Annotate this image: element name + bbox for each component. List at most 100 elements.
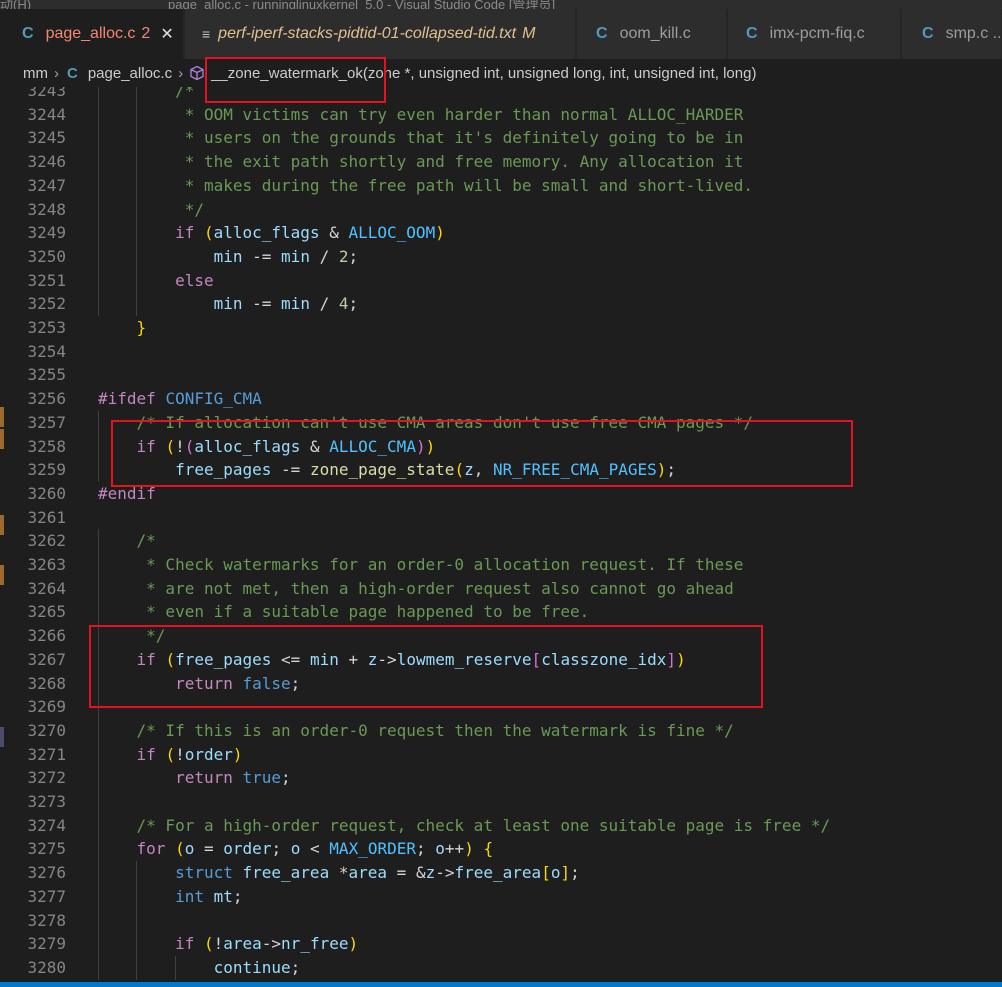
line-number: 3272 [27, 768, 66, 788]
code-text: continue; [213, 957, 301, 977]
code-line[interactable]: 3276 struct free_area *area = &z->free_a… [0, 861, 1002, 885]
text-file-icon: ≡ [202, 26, 211, 42]
tab-perf-iperf[interactable]: ≡ perf-iperf-stacks-pidtid-01-collapsed-… [185, 9, 576, 59]
line-number: 3276 [27, 863, 66, 883]
c-file-icon: C [922, 25, 934, 42]
line-number: 3260 [27, 483, 66, 503]
line-number: 3264 [27, 578, 66, 598]
code-line[interactable]: 3245 * users on the grounds that it's de… [0, 126, 1002, 150]
code-line[interactable]: 3248 */ [0, 198, 1002, 222]
breadcrumb-folder[interactable]: mm [23, 65, 48, 82]
code-line[interactable]: 3253 } [0, 316, 1002, 340]
tab-label: page_alloc.c [45, 25, 136, 42]
code-line[interactable]: 3280 continue; [0, 956, 1002, 980]
code-line[interactable]: 3264 * are not met, then a high-order re… [0, 577, 1002, 601]
tab-smp[interactable]: C smp.c ... [902, 9, 1002, 59]
code-text: else [175, 270, 214, 290]
close-icon[interactable]: ✕ [160, 24, 173, 44]
line-number: 3254 [27, 341, 66, 361]
line-number: 3256 [27, 389, 66, 409]
line-number: 3244 [27, 104, 66, 124]
code-line[interactable]: 3247 * makes during the free path will b… [0, 174, 1002, 198]
code-text: * users on the grounds that it's definit… [98, 128, 744, 148]
code-line[interactable]: 3277 int mt; [0, 885, 1002, 909]
code-text: if (!order) [136, 744, 243, 764]
line-number: 3268 [27, 673, 66, 693]
line-number: 3273 [27, 792, 66, 811]
menu-fragment[interactable]: 动(H) [0, 0, 31, 9]
code-text: * the exit path shortly and free memory.… [98, 152, 744, 172]
line-number: 3263 [27, 555, 66, 574]
gutter-marker [0, 565, 4, 585]
tab-oom-kill[interactable]: C oom_kill.c [577, 9, 727, 59]
line-number: 3280 [27, 957, 66, 977]
code-line[interactable]: 3255 [0, 363, 1002, 387]
c-file-icon: C [746, 25, 758, 42]
code-text: */ [98, 199, 204, 219]
tab-page-alloc[interactable]: C page_alloc.c 2 ✕ [0, 9, 184, 59]
tab-imx-pcm-fiq[interactable]: C imx-pcm-fiq.c [728, 9, 901, 59]
tab-label: imx-pcm-fiq.c [769, 25, 865, 42]
tab-label: perf-iperf-stacks-pidtid-01-collapsed-ti… [218, 25, 517, 42]
line-number: 3248 [27, 199, 66, 219]
code-line[interactable]: 3278 [0, 909, 1002, 933]
code-line[interactable]: 3256 #ifdef CONFIG_CMA [0, 387, 1002, 411]
code-line[interactable]: 3243 /* [0, 87, 1002, 103]
gutter-marker [0, 515, 4, 535]
code-text: struct free_area *area = &z->free_area[o… [175, 863, 580, 883]
code-line[interactable]: 3251 else [0, 269, 1002, 293]
modified-badge: M [522, 25, 536, 42]
code-line[interactable]: 3270 /* If this is an order-0 request th… [0, 719, 1002, 743]
code-line[interactable]: 3265 * even if a suitable page happened … [0, 600, 1002, 624]
line-number: 3271 [27, 744, 66, 764]
code-line[interactable]: 3273 [0, 790, 1002, 814]
breadcrumb-signature: (zone *, unsigned int, unsigned long, in… [362, 64, 757, 82]
line-number: 3265 [27, 602, 66, 622]
line-number: 3277 [27, 886, 66, 906]
code-text: /* [98, 531, 156, 551]
code-text: if (alloc_flags & ALLOC_OOM) [175, 223, 445, 243]
code-line[interactable]: 3263 * Check watermarks for an order-0 a… [0, 553, 1002, 577]
line-number: 3275 [27, 839, 66, 859]
code-line[interactable]: 3279 if (!area->nr_free) [0, 932, 1002, 956]
line-number: 3257 [27, 412, 66, 432]
breadcrumb-file[interactable]: page_alloc.c [88, 65, 172, 82]
line-number: 3243 [27, 87, 66, 100]
code-text: /* For a high-order request, check at le… [98, 815, 831, 835]
line-number: 3255 [27, 365, 66, 385]
line-number: 3247 [27, 175, 66, 195]
line-number: 3278 [27, 910, 66, 930]
code-line[interactable]: 3254 [0, 340, 1002, 364]
code-line[interactable]: 3250 min -= min / 2; [0, 245, 1002, 269]
line-number: 3266 [27, 626, 66, 646]
annotation-box-cma [111, 420, 853, 487]
code-text: for (o = order; o < MAX_ORDER; o++) { [136, 839, 494, 859]
c-file-icon: C [596, 25, 608, 42]
status-bar [0, 982, 1002, 987]
code-text: return true; [175, 768, 291, 788]
line-number: 3253 [27, 318, 66, 337]
line-number: 3270 [27, 720, 66, 740]
code-line[interactable]: 3252 min -= min / 4; [0, 292, 1002, 316]
code-text: min -= min / 4; [213, 294, 359, 314]
code-line[interactable]: 3275 for (o = order; o < MAX_ORDER; o++)… [0, 837, 1002, 861]
code-line[interactable]: 3249 if (alloc_flags & ALLOC_OOM) [0, 221, 1002, 245]
gutter-marker [0, 727, 4, 747]
annotation-box-watermark [89, 625, 763, 708]
code-editor[interactable]: 3243 /* 3244 * OOM victims can try even h… [0, 87, 1002, 982]
code-line[interactable]: 3271 if (!order) [0, 743, 1002, 767]
code-line[interactable]: 3246 * the exit path shortly and free me… [0, 150, 1002, 174]
code-line[interactable]: 3261 [0, 506, 1002, 530]
code-line[interactable]: 3274 /* For a high-order request, check … [0, 814, 1002, 838]
line-number: 3258 [27, 436, 66, 456]
code-line[interactable]: 3272 return true; [0, 766, 1002, 790]
c-file-icon: C [22, 25, 34, 42]
code-text: * OOM victims can try even harder than n… [98, 104, 744, 124]
line-number: 3261 [27, 507, 66, 527]
line-number: 3251 [27, 270, 66, 290]
code-line[interactable]: 3262 /* [0, 529, 1002, 553]
code-line[interactable]: 3244 * OOM victims can try even harder t… [0, 103, 1002, 127]
line-number: 3259 [27, 460, 66, 480]
code-text: * Check watermarks for an order-0 alloca… [98, 555, 744, 574]
tab-label: oom_kill.c [619, 25, 691, 42]
